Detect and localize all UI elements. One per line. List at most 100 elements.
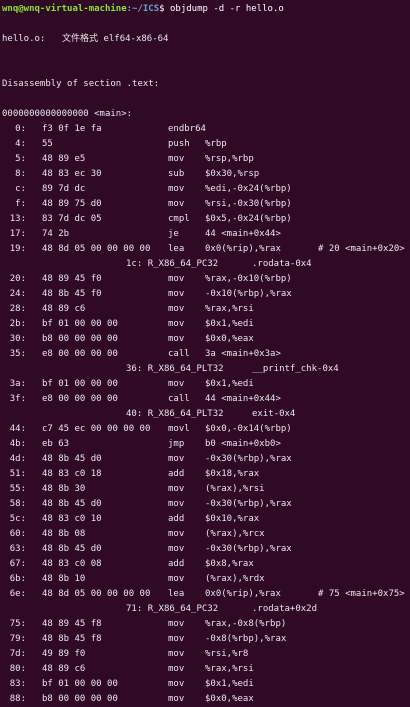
relocation-symbol: .rodata-0x4: [252, 259, 312, 269]
instruction-row: 7d: 49 89 f0 mov %rsi,%r8: [2, 647, 410, 662]
instruction-operands: %rsi,-0x30(%rbp): [205, 199, 292, 209]
format-label: 文件格式: [62, 34, 99, 44]
instruction-mnemonic: mov: [168, 334, 185, 344]
instruction-mnemonic: add: [168, 514, 185, 524]
instruction-row: 51: 48 83 c0 18 add $0x18,%rax: [2, 467, 410, 482]
instruction-address: 83:: [9, 679, 26, 689]
instruction-bytes: 48 8d 05 00 00 00 00: [42, 589, 151, 599]
instruction-operands: 0x0(%rip),%rax: [205, 589, 281, 599]
file-format-line: hello.o: 文件格式 elf64-x86-64: [2, 32, 410, 47]
instruction-operands: $0x30,%rsp: [205, 169, 260, 179]
terminal-window[interactable]: wnq@wnq-virtual-machine:~/ICS$ objdump -…: [0, 0, 410, 704]
instruction-mnemonic: mov: [168, 304, 185, 314]
instruction-mnemonic: mov: [168, 184, 185, 194]
relocation-symbol: exit-0x4: [252, 409, 296, 419]
instruction-address: 30:: [9, 334, 26, 344]
instruction-address: 13:: [9, 214, 26, 224]
instruction-bytes: 48 8b 45 d0: [42, 454, 102, 464]
instruction-row: 3f: e8 00 00 00 00 call 44 <main+0x44>: [2, 392, 410, 407]
instruction-row: 80: 48 89 c6 mov %rax,%rsi: [2, 662, 410, 677]
instruction-address: 51:: [9, 469, 26, 479]
instruction-operands: $0x18,%rax: [205, 469, 260, 479]
instruction-mnemonic: movl: [168, 424, 190, 434]
instruction-address: 5:: [15, 154, 26, 164]
instruction-operands: $0x1,%edi: [205, 679, 254, 689]
instruction-address: 17:: [9, 229, 26, 239]
instruction-row: 88: b8 00 00 00 00 mov $0x0,%eax: [2, 692, 410, 707]
instruction-bytes: c7 45 ec 00 00 00 00: [42, 424, 151, 434]
relocation-type: R_X86_64_PLT32: [147, 364, 224, 374]
instruction-row: 58: 48 8b 45 d0 mov -0x30(%rbp),%rax: [2, 497, 410, 512]
instruction-mnemonic: call: [168, 349, 190, 359]
instruction-bytes: e8 00 00 00 00: [42, 394, 118, 404]
instruction-row: 55: 48 8b 30 mov (%rax),%rsi: [2, 482, 410, 497]
instruction-address: 60:: [9, 529, 26, 539]
instruction-mnemonic: mov: [168, 289, 185, 299]
instruction-operands: -0x8(%rbp),%rax: [205, 634, 287, 644]
relocation-offset: 1c:: [126, 259, 143, 269]
instruction-bytes: bf 01 00 00 00: [42, 679, 118, 689]
instruction-address: 6e:: [9, 589, 26, 599]
instruction-row: 5: 48 89 e5 mov %rsp,%rbp: [2, 152, 410, 167]
instruction-bytes: 48 83 c0 08: [42, 559, 102, 569]
instruction-bytes: bf 01 00 00 00: [42, 319, 118, 329]
instruction-row: 6e: 48 8d 05 00 00 00 00 lea 0x0(%rip),%rax…: [2, 587, 410, 602]
instruction-row: 28: 48 89 c6 mov %rax,%rsi: [2, 302, 410, 317]
instruction-bytes: 48 8b 30: [42, 484, 86, 494]
instruction-mnemonic: jmp: [168, 439, 185, 449]
instruction-row: 8: 48 83 ec 30 sub $0x30,%rsp: [2, 167, 410, 182]
instruction-row: 13: 83 7d dc 05 cmpl $0x5,-0x24(%rbp): [2, 212, 410, 227]
instruction-bytes: b8 00 00 00 00: [42, 334, 118, 344]
instruction-address: 44:: [9, 424, 26, 434]
instruction-bytes: 48 8b 45 f0: [42, 289, 102, 299]
instruction-row: 79: 48 8b 45 f8 mov -0x8(%rbp),%rax: [2, 632, 410, 647]
instruction-bytes: e8 00 00 00 00: [42, 349, 118, 359]
instruction-comment: # 75 <main+0x75>: [318, 589, 405, 599]
instruction-address: 3f:: [9, 394, 26, 404]
instruction-address: 6b:: [9, 574, 26, 584]
relocation-row: 36: R_X86_64_PLT32 __printf_chk-0x4: [2, 362, 410, 377]
instruction-address: c:: [15, 184, 26, 194]
instruction-bytes: 74 2b: [42, 229, 70, 239]
instruction-row: 4b: eb 63 jmp b0 <main+0xb0>: [2, 437, 410, 452]
instruction-row: 3a: bf 01 00 00 00 mov $0x1,%edi: [2, 377, 410, 392]
instruction-address: 67:: [9, 559, 26, 569]
instruction-row: 30: b8 00 00 00 00 mov $0x0,%eax: [2, 332, 410, 347]
instruction-address: 7d:: [9, 649, 26, 659]
file-name: hello.o:: [2, 34, 46, 44]
instruction-mnemonic: mov: [168, 694, 185, 704]
instruction-bytes: f3 0f 1e fa: [42, 124, 102, 134]
instruction-operands: $0x1,%edi: [205, 379, 254, 389]
instruction-bytes: b8 00 00 00 00: [42, 694, 118, 704]
instruction-row: 63: 48 8b 45 d0 mov -0x30(%rbp),%rax: [2, 542, 410, 557]
instruction-operands: (%rax),%rsi: [205, 484, 265, 494]
instruction-operands: -0x30(%rbp),%rax: [205, 499, 292, 509]
instruction-bytes: 83 7d dc 05: [42, 214, 102, 224]
instruction-address: 4d:: [9, 454, 26, 464]
instruction-mnemonic: mov: [168, 199, 185, 209]
instruction-address: 55:: [9, 484, 26, 494]
relocation-row: 1c: R_X86_64_PC32 .rodata-0x4: [2, 257, 410, 272]
instruction-operands: %rax,%rsi: [205, 304, 254, 314]
instruction-mnemonic: lea: [168, 589, 185, 599]
prompt-path: :~/ICS: [126, 4, 160, 14]
instruction-bytes: bf 01 00 00 00: [42, 379, 118, 389]
instruction-mnemonic: mov: [168, 274, 185, 284]
instruction-mnemonic: mov: [168, 679, 185, 689]
instruction-mnemonic: push: [168, 139, 190, 149]
instruction-bytes: 55: [42, 139, 53, 149]
instruction-row: 75: 48 89 45 f8 mov %rax,-0x8(%rbp): [2, 617, 410, 632]
instruction-bytes: 48 89 c6: [42, 304, 86, 314]
instruction-mnemonic: mov: [168, 649, 185, 659]
instruction-row: 20: 48 89 45 f0 mov %rax,-0x10(%rbp): [2, 272, 410, 287]
instruction-address: 3a:: [9, 379, 26, 389]
instruction-address: 58:: [9, 499, 26, 509]
instruction-operands: %rbp: [205, 139, 227, 149]
instruction-operands: $0x10,%rax: [205, 514, 260, 524]
instruction-mnemonic: mov: [168, 154, 185, 164]
format-value: elf64-x86-64: [103, 34, 169, 44]
instruction-operands: 3a <main+0x3a>: [205, 349, 281, 359]
instruction-operands: $0x0,-0x14(%rbp): [205, 424, 292, 434]
instruction-operands: -0x10(%rbp),%rax: [205, 289, 292, 299]
instruction-bytes: 48 83 c0 10: [42, 514, 102, 524]
